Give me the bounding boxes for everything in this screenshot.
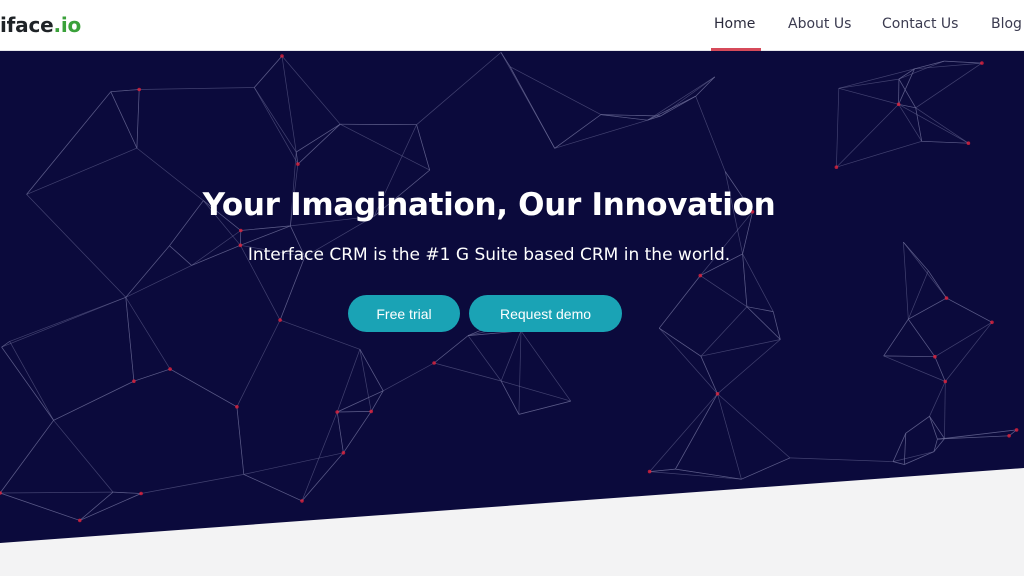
free-trial-button[interactable]: Free trial [348,295,460,332]
hero-section: Your Imagination, Our Innovation Interfa… [0,51,1024,576]
top-navbar: iface.io Home About Us Contact Us Blog [0,0,1024,51]
nav-active-indicator [711,48,761,51]
logo-suffix: .io [53,13,82,37]
nav-about-us[interactable]: About Us [788,16,851,32]
nav-blog[interactable]: Blog [991,16,1022,32]
hero-title: Your Imagination, Our Innovation [202,187,776,223]
hero-subtitle: Interface CRM is the #1 G Suite based CR… [247,245,731,265]
request-demo-button[interactable]: Request demo [469,295,622,332]
nav-contact-us[interactable]: Contact Us [882,16,958,32]
brand-logo[interactable]: iface.io [0,13,81,37]
logo-text: iface [0,13,54,37]
nav-home[interactable]: Home [714,16,755,32]
hero-content: Your Imagination, Our Innovation Interfa… [0,51,1024,576]
